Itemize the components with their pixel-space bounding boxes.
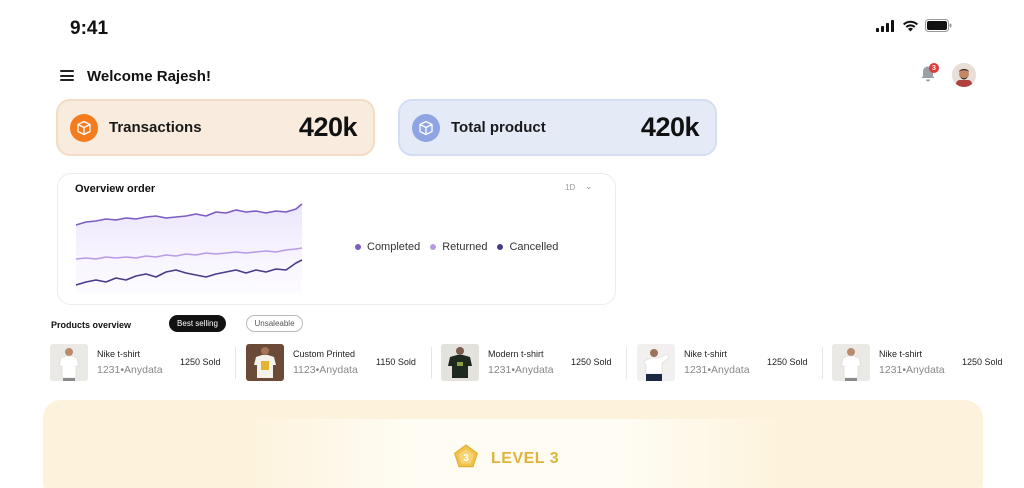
level-number: 3 [463, 453, 469, 464]
status-icons [876, 19, 952, 32]
product-sold: 1150 Sold [376, 357, 416, 367]
product-item[interactable]: Custom Printed 1123•Anydata 1150 Sold [246, 343, 431, 383]
products-overview-title: Products overview [51, 320, 132, 330]
product-thumbnail [637, 344, 675, 381]
product-thumbnail [246, 344, 284, 381]
menu-icon[interactable] [60, 70, 74, 81]
range-selector[interactable]: 1D [565, 183, 575, 192]
product-sku: 1231•Anydata [684, 364, 750, 376]
product-sku: 1231•Anydata [488, 364, 554, 376]
battery-icon [925, 19, 952, 32]
overview-chart [75, 203, 303, 294]
product-sold: 1250 Sold [767, 357, 808, 367]
product-item[interactable]: Nike t-shirt 1231•Anydata 1250 Sold [50, 343, 235, 383]
legend-returned: Returned [430, 241, 487, 253]
product-item[interactable]: Nike t-shirt 1231•Anydata 1250 Sold [832, 343, 1022, 383]
divider [431, 347, 432, 379]
legend-label: Cancelled [509, 241, 559, 253]
legend-dot [355, 244, 361, 250]
total-product-value: 420k [640, 112, 700, 142]
product-sold: 1250 Sold [180, 357, 221, 367]
notification-badge: 3 [929, 63, 939, 73]
status-time: 9:41 [70, 18, 109, 39]
overview-order-card: Overview order 1D ⌄ Completed Returned C… [57, 173, 616, 305]
total-product-label: Total product [451, 119, 546, 136]
legend-dot [430, 244, 437, 250]
product-name: Nike t-shirt [684, 349, 728, 359]
transactions-label: Transactions [109, 119, 202, 136]
products-list: Nike t-shirt 1231•Anydata 1250 Sold Cust… [50, 343, 1024, 383]
transactions-value: 420k [298, 112, 358, 142]
transactions-card[interactable]: Transactions 420k [56, 99, 375, 156]
total-product-card[interactable]: Total product 420k [398, 99, 717, 156]
legend-label: Returned [442, 241, 488, 253]
product-name: Modern t-shirt [488, 349, 544, 359]
legend-completed: Completed [355, 241, 420, 253]
signal-icon [876, 19, 894, 32]
legend-label: Completed [367, 241, 421, 253]
box-icon [70, 113, 98, 142]
product-thumbnail [832, 344, 870, 381]
product-sold: 1250 Sold [962, 357, 1003, 367]
product-item[interactable]: Modern t-shirt 1231•Anydata 1250 Sold [441, 343, 626, 383]
product-sku: 1123•Anydata [293, 364, 358, 376]
wifi-icon [903, 20, 918, 31]
product-name: Custom Printed [293, 349, 356, 359]
product-item[interactable]: Nike t-shirt 1231•Anydata 1250 Sold [637, 343, 822, 383]
chevron-down-icon[interactable]: ⌄ [585, 181, 593, 192]
divider [235, 347, 236, 379]
level-banner[interactable] [43, 400, 983, 488]
chart-legend: Completed Returned Cancelled [355, 241, 558, 253]
filter-unsaleable[interactable]: Unsaleable [246, 315, 303, 332]
divider [626, 347, 627, 379]
overview-title: Overview order [75, 183, 156, 195]
legend-cancelled: Cancelled [497, 241, 558, 253]
level-label: LEVEL 3 [491, 450, 560, 467]
avatar[interactable] [952, 63, 976, 87]
product-sku: 1231•Anydata [879, 364, 945, 376]
product-sku: 1231•Anydata [97, 364, 163, 376]
product-thumbnail [50, 344, 88, 381]
legend-dot [497, 244, 504, 250]
product-thumbnail [441, 344, 479, 381]
product-name: Nike t-shirt [97, 349, 141, 359]
product-name: Nike t-shirt [879, 349, 923, 359]
divider [822, 347, 823, 379]
level-badge-icon: 3 [454, 444, 478, 468]
product-sold: 1250 Sold [571, 357, 612, 367]
box-icon [412, 113, 440, 142]
filter-best-selling[interactable]: Best selling [169, 315, 226, 332]
welcome-title: Welcome Rajesh! [87, 68, 211, 85]
